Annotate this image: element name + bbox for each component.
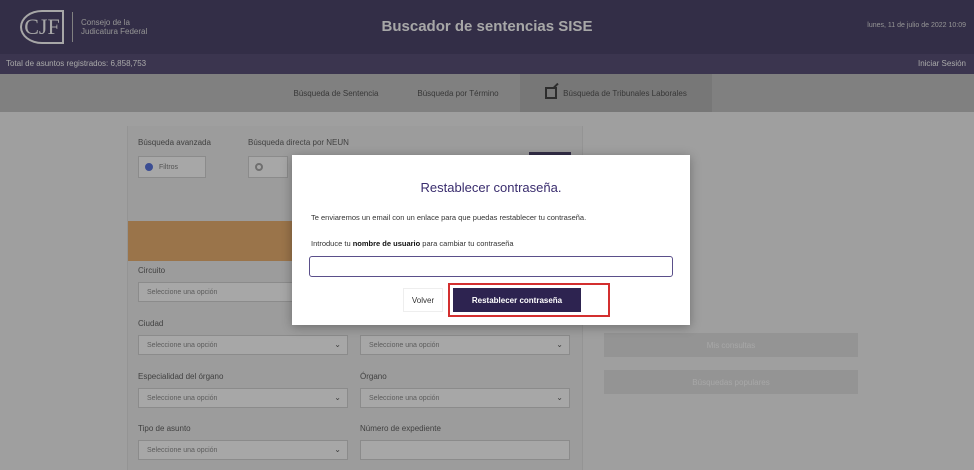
modal-title: Restablecer contraseña.: [420, 180, 562, 195]
highlight-box: [448, 283, 610, 317]
modal-info-text: Te enviaremos un email con un enlace par…: [311, 213, 587, 222]
back-button[interactable]: Volver: [403, 288, 443, 312]
modal-prompt: Introduce tu nombre de usuario para camb…: [311, 239, 514, 248]
prompt-bold: nombre de usuario: [352, 239, 421, 248]
prompt-after: para cambiar tu contraseña: [420, 239, 514, 248]
prompt-before: Introduce tu: [311, 239, 353, 248]
username-input[interactable]: [309, 256, 673, 277]
